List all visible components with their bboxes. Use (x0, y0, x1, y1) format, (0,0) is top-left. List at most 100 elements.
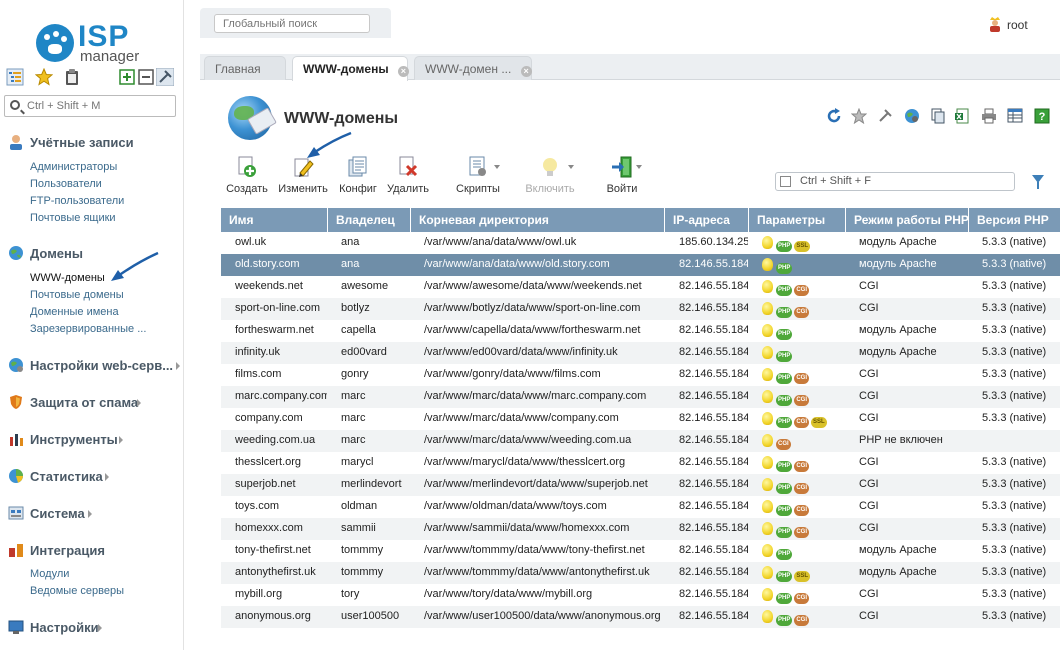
column-header-php-mode[interactable]: Режим работы PHP (846, 208, 969, 232)
php-badge-icon: PHP (776, 461, 793, 472)
table-row[interactable]: weekends.net awesome/var/www/awesome/data… (221, 276, 1060, 298)
table-row[interactable]: toys.com oldman/var/www/oldman/data/www/t… (221, 496, 1060, 518)
help-icon[interactable]: ? (1034, 108, 1050, 124)
table-row[interactable]: tony-thefirst.net tommmy/var/www/tommmy/d… (221, 540, 1060, 562)
table-filter-input[interactable]: Ctrl + Shift + F (775, 172, 1015, 191)
table-row[interactable]: mybill.org tory/var/www/tory/data/www/myb… (221, 584, 1060, 606)
chevron-down-icon (568, 165, 574, 169)
close-icon[interactable]: × (520, 66, 532, 77)
clipboard-icon[interactable] (63, 68, 81, 86)
cell-ip: 82.146.55.184 (679, 390, 748, 402)
chevron-right-icon (119, 436, 123, 444)
tree-view-icon[interactable] (6, 68, 24, 86)
column-header-root-dir[interactable]: Корневая директория (411, 208, 665, 232)
shield-icon (10, 395, 22, 409)
excel-export-icon[interactable] (954, 108, 970, 124)
sidebar-item-users[interactable]: Пользователи (30, 178, 102, 190)
chevron-right-icon (137, 399, 141, 407)
refresh-icon[interactable] (826, 108, 842, 124)
sidebar-item-modules[interactable]: Модули (30, 568, 69, 580)
isp-logo[interactable]: ISP manager (34, 20, 154, 66)
sidebar-item-mailboxes[interactable]: Почтовые ящики (30, 212, 116, 224)
cell-ip: 185.60.134.25 (679, 236, 748, 248)
star-icon[interactable] (851, 108, 867, 124)
table-row[interactable]: films.com gonry/var/www/gonry/data/www/fi… (221, 364, 1060, 386)
copy-icon[interactable] (930, 108, 946, 124)
cell-owner: tommmy (341, 566, 384, 578)
cell-owner: marc (341, 390, 366, 402)
system-icon (8, 506, 24, 520)
tab-www-domains[interactable]: WWW-домены × (292, 56, 409, 81)
expand-all-icon[interactable] (118, 68, 136, 86)
favorites-star-icon[interactable] (35, 68, 53, 86)
sidebar-item-ftp-users[interactable]: FTP-пользователи (30, 195, 124, 207)
edit-label: Изменить (278, 183, 328, 195)
sidebar-group-label: Настройки web-серв... (30, 358, 174, 373)
collapse-all-icon[interactable] (137, 68, 155, 86)
table-row[interactable]: infinity.uk ed00vard/var/www/ed00vard/dat… (221, 342, 1060, 364)
tab-home[interactable]: Главная (204, 56, 286, 80)
table-row[interactable]: homexxx.com sammii/var/www/sammii/data/ww… (221, 518, 1060, 540)
delete-button[interactable]: Удалить (384, 156, 432, 196)
column-header-ip[interactable]: IP-адреса (665, 208, 749, 232)
cell-root-dir: /var/www/capella/data/www/fortheswarm.ne… (424, 324, 641, 336)
table-row[interactable]: company.com marc/var/www/marc/data/www/co… (221, 408, 1060, 430)
global-search-input[interactable] (214, 14, 370, 33)
sidebar-search-input[interactable] (27, 98, 173, 114)
cell-ip: 82.146.55.184 (679, 280, 748, 292)
sidebar-item-mail-domains[interactable]: Почтовые домены (30, 289, 124, 301)
cell-name: antonythefirst.uk (235, 566, 316, 578)
scripts-button[interactable]: Скрипты (452, 156, 504, 196)
table-row[interactable]: marc.company.com marc/var/www/marc/data/w… (221, 386, 1060, 408)
sidebar-item-slave-servers[interactable]: Ведомые серверы (30, 585, 124, 597)
chevron-down-icon (494, 165, 500, 169)
pin-icon[interactable] (156, 68, 174, 86)
table-row[interactable]: superjob.net merlindevort/var/www/merlind… (221, 474, 1060, 496)
header-actions: ? (826, 108, 1056, 126)
sidebar-item-reserved[interactable]: Зарезервированные ... (30, 323, 146, 335)
enable-button[interactable]: Включить (522, 156, 578, 196)
sidebar-item-www-domains[interactable]: WWW-домены (30, 272, 105, 284)
table-row[interactable]: antonythefirst.uk tommmy/var/www/tommmy/d… (221, 562, 1060, 584)
column-header-params[interactable]: Параметры (749, 208, 846, 232)
config-button[interactable]: Конфиг (334, 156, 382, 196)
table-row[interactable]: fortheswarm.net capella/var/www/capella/d… (221, 320, 1060, 342)
user-menu[interactable]: root (988, 16, 1048, 36)
table-row[interactable]: sport-on-line.com botlyz/var/www/botlyz/d… (221, 298, 1060, 320)
table-row[interactable]: thesslcert.org marycl/var/www/marycl/data… (221, 452, 1060, 474)
tab-www-domain-edit[interactable]: WWW-домен ... × (414, 56, 532, 80)
table-row[interactable]: owl.uk ana/var/www/ana/data/www/owl.uk 185… (221, 232, 1060, 254)
create-button[interactable]: Создать (222, 156, 272, 196)
pin-icon[interactable] (877, 108, 893, 124)
table-row[interactable]: weeding.com.ua marc/var/www/marc/data/www… (221, 430, 1060, 452)
table-row[interactable]: old.story.com ana/var/www/ana/data/www/ol… (221, 254, 1060, 276)
cell-php-mode: CGI (859, 412, 879, 424)
column-header-php-version[interactable]: Версия PHP (969, 208, 1060, 232)
sidebar-item-administrators[interactable]: Администраторы (30, 161, 117, 173)
cell-php-mode: CGI (859, 302, 879, 314)
close-icon[interactable]: × (397, 66, 409, 77)
cell-name: owl.uk (235, 236, 267, 248)
cell-params: PHP CGI (748, 584, 845, 606)
sidebar-group-label: Домены (30, 246, 83, 261)
column-header-owner[interactable]: Владелец (328, 208, 411, 232)
cell-ip: 82.146.55.184 (679, 434, 748, 446)
tab-label: WWW-домен ... (425, 62, 512, 76)
cell-php-version: 5.3.3 (native) (982, 544, 1047, 556)
cell-root-dir: /var/www/marc/data/www/marc.company.com (424, 390, 647, 402)
login-button[interactable]: Войти (600, 156, 644, 196)
sidebar-toolbar (6, 68, 176, 88)
lightbulb-on-icon (762, 236, 773, 249)
sidebar-item-domain-names[interactable]: Доменные имена (30, 306, 119, 318)
filter-funnel-icon[interactable] (1032, 175, 1044, 189)
php-badge-icon: PHP (776, 285, 793, 296)
table-settings-icon[interactable] (1007, 108, 1023, 124)
sidebar-search[interactable] (4, 95, 176, 117)
print-icon[interactable] (981, 108, 997, 124)
table-row[interactable]: anonymous.org user100500/var/www/user1005… (221, 606, 1060, 628)
edit-button[interactable]: Изменить (276, 156, 330, 196)
cell-owner: botlyz (341, 302, 370, 314)
column-header-name[interactable]: Имя (221, 208, 328, 232)
globe-settings-icon[interactable] (904, 108, 920, 124)
page-title: WWW-домены (284, 110, 399, 127)
